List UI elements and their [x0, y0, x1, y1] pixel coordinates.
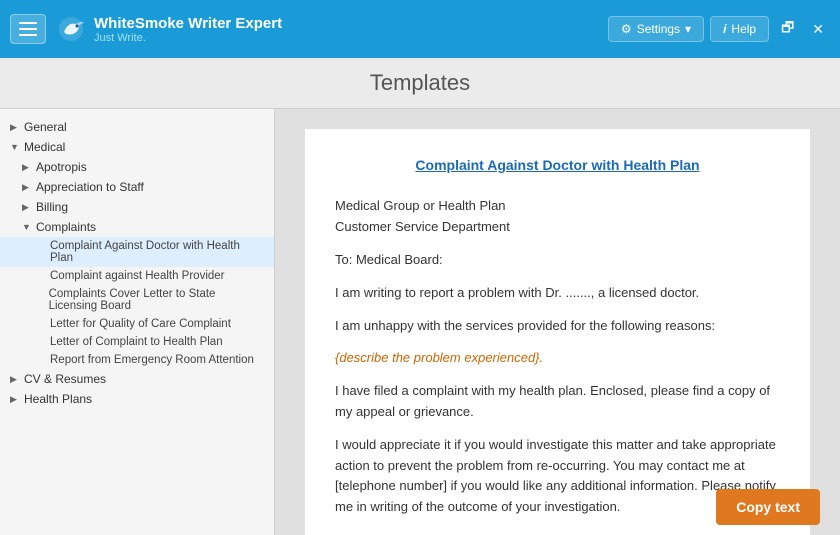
logo-area: WhiteSmoke Writer Expert Just Write. [56, 14, 282, 44]
sidebar-item-label: CV & Resumes [24, 372, 106, 386]
title-bar: WhiteSmoke Writer Expert Just Write. ⚙ S… [0, 0, 840, 58]
sidebar-item-health-plans[interactable]: ▶ Health Plans [0, 389, 274, 409]
sidebar-item-appreciation[interactable]: ▶ Appreciation to Staff [0, 177, 274, 197]
logo-text: WhiteSmoke Writer Expert Just Write. [94, 15, 282, 44]
sidebar-item-general[interactable]: ▶ General [0, 117, 274, 137]
copy-button-container: Copy text [716, 489, 820, 525]
document-scroll[interactable]: Complaint Against Doctor with Health Pla… [275, 109, 840, 535]
document-title: Complaint Against Doctor with Health Pla… [335, 154, 780, 176]
page-title: Templates [0, 58, 840, 109]
main-area: Templates ▶ General ▼ Medical ▶ Apotropis ▶ App… [0, 58, 840, 535]
sidebar: ▶ General ▼ Medical ▶ Apotropis ▶ Appreciation … [0, 109, 275, 535]
gear-icon: ⚙ [621, 22, 632, 36]
sidebar-item-label: Letter for Quality of Care Complaint [50, 318, 231, 330]
tree-arrow-icon: ▶ [10, 394, 20, 405]
app-name: WhiteSmoke Writer Expert [94, 15, 282, 32]
doc-paragraph-p4b: {describe the problem experienced}. [335, 348, 780, 369]
sidebar-item-letter-quality[interactable]: Letter for Quality of Care Complaint [0, 315, 274, 333]
sidebar-item-label: Apotropis [36, 160, 87, 174]
sidebar-item-label: Report from Emergency Room Attention [50, 354, 254, 366]
sidebar-scroll[interactable]: ▶ General ▼ Medical ▶ Apotropis ▶ Appreciation … [0, 109, 274, 535]
tree-arrow-icon: ▶ [22, 182, 32, 193]
doc-paragraph-p1: Medical Group or Health PlanCustomer Ser… [335, 196, 780, 238]
sidebar-item-label: Complaints Cover Letter to State Licensi… [49, 288, 266, 312]
sidebar-item-cv-resumes[interactable]: ▶ CV & Resumes [0, 369, 274, 389]
sidebar-item-complaint-doctor[interactable]: Complaint Against Doctor with Health Pla… [0, 237, 274, 267]
document-area: Complaint Against Doctor with Health Pla… [275, 109, 840, 535]
doc-paragraph-p2: To: Medical Board: [335, 250, 780, 271]
sidebar-item-medical[interactable]: ▼ Medical [0, 137, 274, 157]
sidebar-item-label: Billing [36, 200, 68, 214]
doc-paragraph-p5: I have filed a complaint with my health … [335, 381, 780, 423]
tree-arrow-icon: ▼ [22, 222, 32, 232]
logo-icon [56, 14, 86, 44]
restore-button[interactable]: 🗗 [775, 13, 800, 45]
sidebar-item-label: Complaints [36, 220, 96, 234]
sidebar-item-label: General [24, 120, 67, 134]
sidebar-item-report-emergency[interactable]: Report from Emergency Room Attention [0, 351, 274, 369]
sidebar-item-label: Complaint against Health Provider [50, 270, 225, 282]
document-content: Complaint Against Doctor with Health Pla… [305, 129, 810, 535]
hamburger-button[interactable] [10, 14, 46, 44]
sidebar-item-label: Complaint Against Doctor with Health Pla… [50, 240, 266, 264]
sidebar-item-letter-complaint[interactable]: Letter of Complaint to Health Plan [0, 333, 274, 351]
sidebar-item-complaint-health[interactable]: Complaint against Health Provider [0, 267, 274, 285]
settings-button[interactable]: ⚙ Settings ▾ [608, 16, 704, 42]
sidebar-item-complaints-cover[interactable]: Complaints Cover Letter to State Licensi… [0, 285, 274, 315]
help-button[interactable]: i Help [710, 16, 769, 42]
sidebar-item-label: Health Plans [24, 392, 92, 406]
close-button[interactable]: ✕ [806, 17, 830, 42]
sidebar-item-billing[interactable]: ▶ Billing [0, 197, 274, 217]
info-icon: i [723, 22, 726, 36]
doc-highlight-text: {describe the problem experienced}. [335, 350, 543, 365]
tree-arrow-icon: ▶ [10, 374, 20, 385]
sidebar-item-apotropis[interactable]: ▶ Apotropis [0, 157, 274, 177]
sidebar-item-label: Medical [24, 140, 65, 154]
sidebar-item-complaints[interactable]: ▼ Complaints [0, 217, 274, 237]
tree-arrow-icon: ▼ [10, 142, 20, 152]
sidebar-item-label: Letter of Complaint to Health Plan [50, 336, 223, 348]
app-tagline: Just Write. [94, 32, 282, 44]
settings-dropdown-icon: ▾ [685, 22, 691, 36]
tree-arrow-icon: ▶ [10, 122, 20, 133]
doc-paragraph-p4a: I am unhappy with the services provided … [335, 316, 780, 337]
doc-paragraph-p6: I would appreciate it if you would inves… [335, 435, 780, 518]
copy-text-button[interactable]: Copy text [716, 489, 820, 525]
content-area: ▶ General ▼ Medical ▶ Apotropis ▶ Appreciation … [0, 109, 840, 535]
doc-paragraph-p3: I am writing to report a problem with Dr… [335, 283, 780, 304]
tree-arrow-icon: ▶ [22, 202, 32, 213]
sidebar-item-label: Appreciation to Staff [36, 180, 144, 194]
tree-arrow-icon: ▶ [22, 162, 32, 173]
